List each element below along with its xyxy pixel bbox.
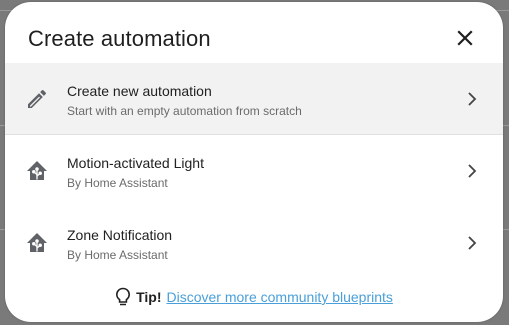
list-item-zone-notification[interactable]: Zone Notification By Home Assistant	[5, 207, 503, 279]
list-item-create-new-automation[interactable]: Create new automation Start with an empt…	[5, 63, 503, 135]
dialog-header: Create automation	[5, 2, 503, 64]
chevron-right-icon	[467, 92, 477, 106]
lightbulb-icon	[115, 287, 131, 307]
tip-label: Tip!	[136, 289, 162, 305]
item-title: Zone Notification	[67, 227, 173, 243]
home-assistant-icon	[25, 159, 49, 183]
pencil-icon	[25, 87, 49, 111]
create-automation-dialog: Create automation Create new automation …	[5, 2, 503, 322]
close-icon	[457, 30, 473, 46]
chevron-right-icon	[467, 164, 477, 178]
item-subtitle: By Home Assistant	[67, 248, 168, 262]
close-button[interactable]	[455, 28, 475, 48]
discover-blueprints-link[interactable]: Discover more community blueprints	[167, 287, 393, 307]
item-title: Motion-activated Light	[67, 155, 204, 171]
list-item-motion-activated-light[interactable]: Motion-activated Light By Home Assistant	[5, 135, 503, 207]
home-assistant-icon	[25, 231, 49, 255]
item-subtitle: Start with an empty automation from scra…	[67, 104, 302, 118]
tip-footer: Tip! Discover more community blueprints	[5, 287, 503, 309]
dialog-title: Create automation	[28, 26, 211, 51]
chevron-right-icon	[467, 236, 477, 250]
item-subtitle: By Home Assistant	[67, 176, 168, 190]
item-title: Create new automation	[67, 83, 212, 99]
